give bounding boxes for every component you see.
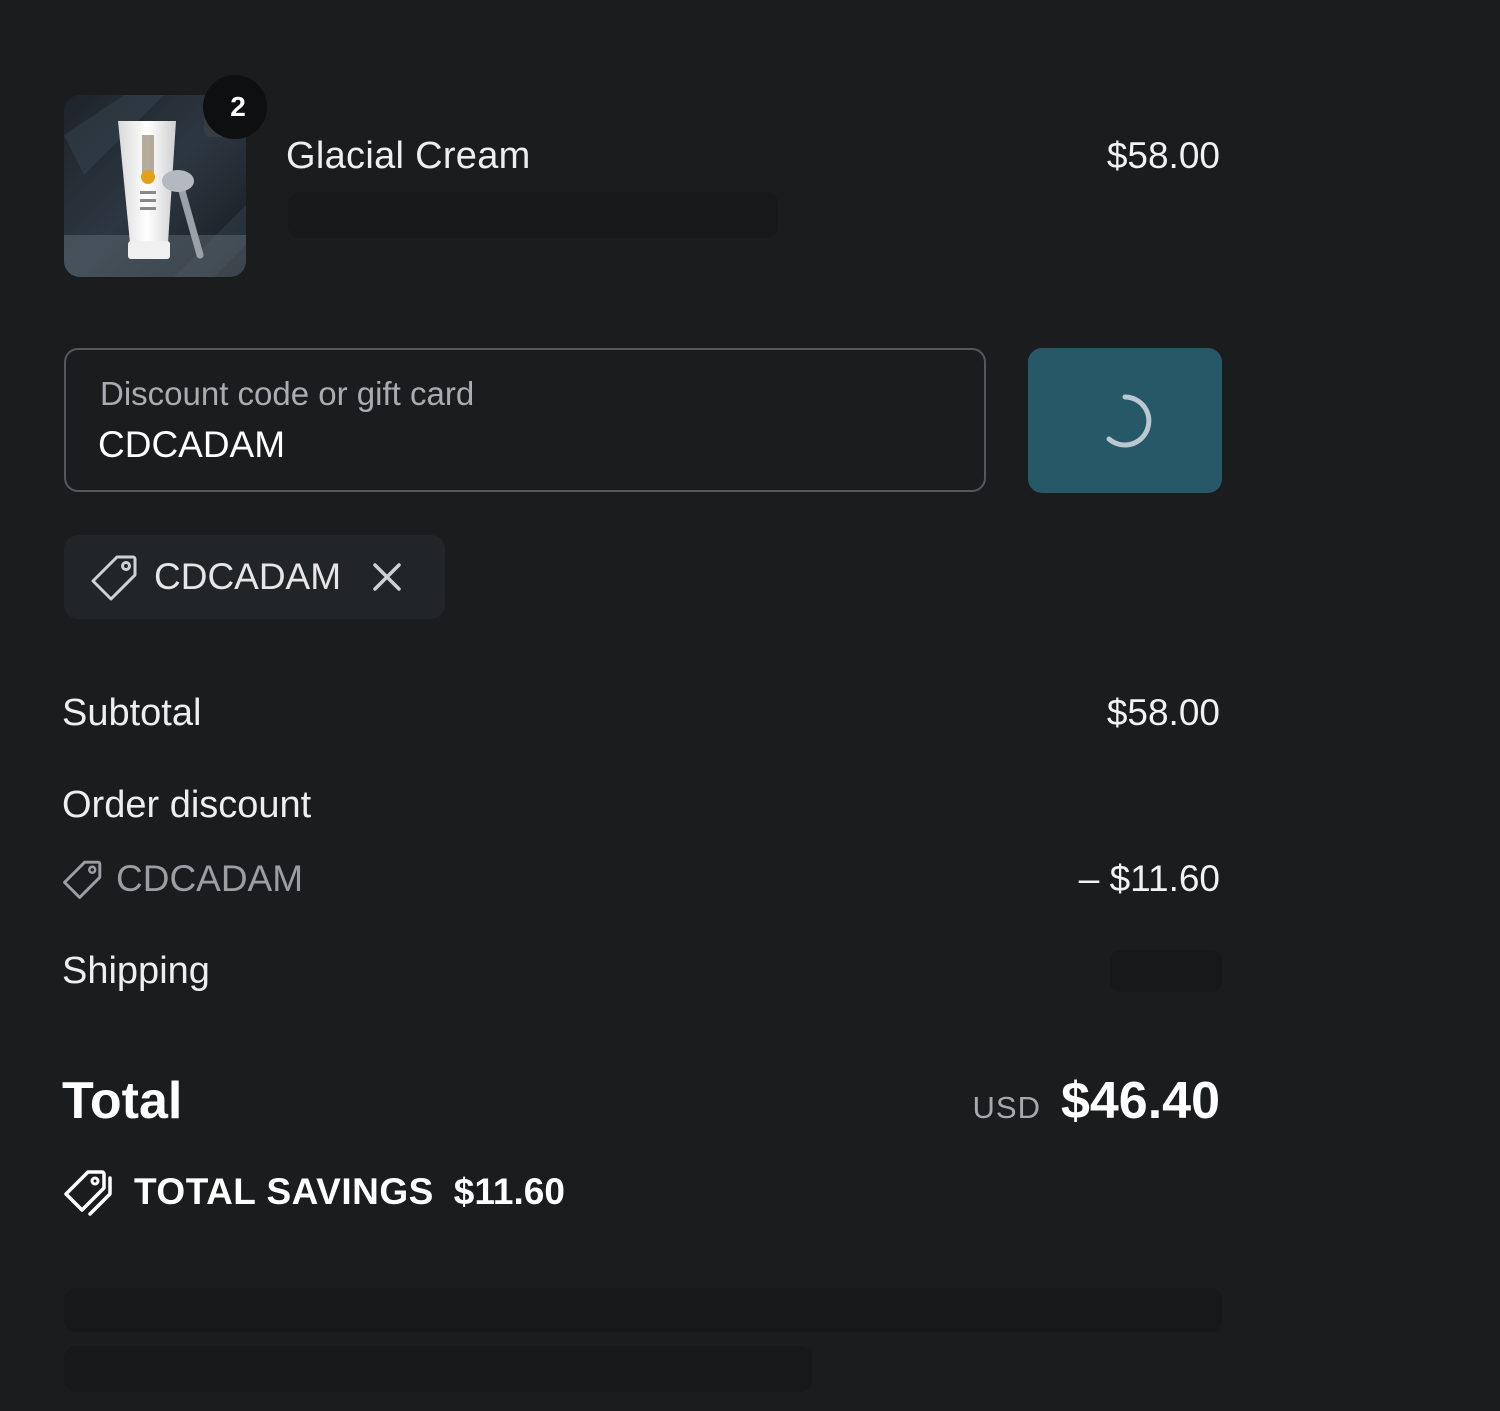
discount-code-input[interactable] <box>98 422 918 468</box>
apply-discount-button[interactable] <box>1028 348 1222 493</box>
order-discount-code: CDCADAM <box>116 858 304 899</box>
total-savings-row: TOTAL SAVINGS $11.60 <box>64 1168 565 1216</box>
subtotal-label: Subtotal <box>62 692 202 734</box>
product-price: $58.00 <box>1106 135 1220 176</box>
close-icon <box>373 563 401 591</box>
currency-code: USD <box>972 1090 1041 1125</box>
quantity-badge: 2 <box>203 75 267 139</box>
product-variant-placeholder <box>288 192 778 238</box>
applied-discount-code: CDCADAM <box>154 556 342 597</box>
total-amount-group: USD $46.40 <box>973 1070 1221 1132</box>
loading-placeholder <box>64 1346 812 1392</box>
remove-discount-button[interactable] <box>369 559 405 595</box>
product-title: Glacial Cream <box>286 135 531 177</box>
tags-icon <box>64 1170 112 1216</box>
shipping-label: Shipping <box>62 950 210 992</box>
total-amount: $46.40 <box>1060 1072 1220 1130</box>
tag-icon <box>63 860 102 899</box>
order-discount-value: – $11.60 <box>1078 858 1220 899</box>
subtotal-value: $58.00 <box>1106 692 1220 733</box>
discount-code-field[interactable]: Discount code or gift card <box>64 348 986 492</box>
shipping-value-placeholder <box>1110 950 1222 992</box>
tag-icon <box>91 555 137 601</box>
applied-discount-chip: CDCADAM <box>64 535 445 619</box>
order-discount-label: Order discount <box>62 784 312 826</box>
order-discount-code-row: CDCADAM <box>62 856 303 902</box>
loading-placeholder <box>64 1288 1222 1332</box>
loading-spinner-icon <box>1106 394 1152 447</box>
order-summary: 2 Glacial Cream $58.00 Discount code or … <box>0 0 1500 1411</box>
total-label: Total <box>62 1072 183 1130</box>
total-savings-amount: $11.60 <box>453 1171 565 1212</box>
total-savings-label: TOTAL SAVINGS <box>134 1171 434 1212</box>
discount-code-label: Discount code or gift card <box>100 375 475 412</box>
